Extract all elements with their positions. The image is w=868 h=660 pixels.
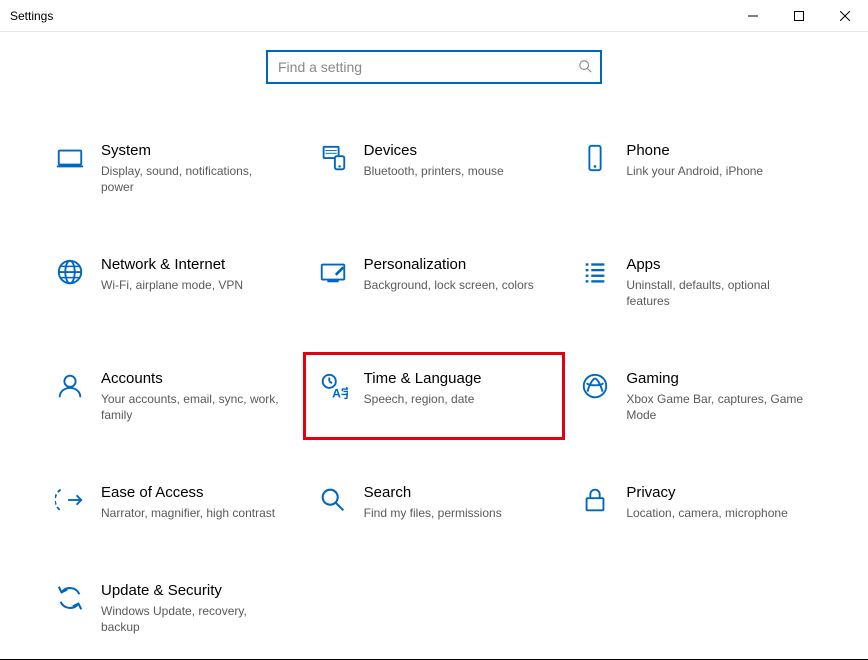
system-icon <box>53 141 87 175</box>
tile-phone[interactable]: Phone Link your Android, iPhone <box>565 132 828 204</box>
tile-sub: Wi-Fi, airplane mode, VPN <box>101 277 243 293</box>
tile-label: Ease of Access <box>101 483 275 503</box>
apps-icon <box>578 255 612 289</box>
tile-sub: Find my files, permissions <box>364 505 502 521</box>
tile-sub: Uninstall, defaults, optional features <box>626 277 806 309</box>
tile-sub: Narrator, magnifier, high contrast <box>101 505 275 521</box>
tile-label: Personalization <box>364 255 534 275</box>
tile-label: Search <box>364 483 502 503</box>
titlebar: Settings <box>0 0 868 32</box>
time-language-icon: A字 <box>316 369 350 403</box>
tile-label: Time & Language <box>364 369 482 389</box>
globe-icon <box>53 255 87 289</box>
tile-label: Gaming <box>626 369 806 389</box>
tile-gaming[interactable]: Gaming Xbox Game Bar, captures, Game Mod… <box>565 360 828 432</box>
tile-sub: Windows Update, recovery, backup <box>101 603 281 635</box>
search-area <box>0 50 868 84</box>
tile-sub: Link your Android, iPhone <box>626 163 763 179</box>
tile-sub: Speech, region, date <box>364 391 482 407</box>
privacy-icon <box>578 483 612 517</box>
tile-ease-of-access[interactable]: Ease of Access Narrator, magnifier, high… <box>40 474 303 530</box>
tile-label: Privacy <box>626 483 787 503</box>
tile-sub: Bluetooth, printers, mouse <box>364 163 504 179</box>
tile-privacy[interactable]: Privacy Location, camera, microphone <box>565 474 828 530</box>
tile-search[interactable]: Search Find my files, permissions <box>303 474 566 530</box>
tile-sub: Display, sound, notifications, power <box>101 163 281 195</box>
window-controls <box>730 0 868 32</box>
close-button[interactable] <box>822 0 868 32</box>
tile-label: Update & Security <box>101 581 281 601</box>
ease-of-access-icon <box>53 483 87 517</box>
search-category-icon <box>316 483 350 517</box>
tile-label: Accounts <box>101 369 281 389</box>
tile-devices[interactable]: Devices Bluetooth, printers, mouse <box>303 132 566 204</box>
settings-grid: System Display, sound, notifications, po… <box>40 132 828 644</box>
window-title: Settings <box>10 9 53 23</box>
tile-label: Phone <box>626 141 763 161</box>
minimize-button[interactable] <box>730 0 776 32</box>
tile-personalization[interactable]: Personalization Background, lock screen,… <box>303 246 566 318</box>
accounts-icon <box>53 369 87 403</box>
tile-sub: Your accounts, email, sync, work, family <box>101 391 281 423</box>
tile-sub: Xbox Game Bar, captures, Game Mode <box>626 391 806 423</box>
tile-sub: Background, lock screen, colors <box>364 277 534 293</box>
search-input[interactable] <box>276 58 578 76</box>
tile-accounts[interactable]: Accounts Your accounts, email, sync, wor… <box>40 360 303 432</box>
maximize-button[interactable] <box>776 0 822 32</box>
search-icon <box>578 59 592 76</box>
tile-label: Devices <box>364 141 504 161</box>
phone-icon <box>578 141 612 175</box>
tile-label: Network & Internet <box>101 255 243 275</box>
tile-sub: Location, camera, microphone <box>626 505 787 521</box>
tile-update-security[interactable]: Update & Security Windows Update, recove… <box>40 572 303 644</box>
personalization-icon <box>316 255 350 289</box>
search-box[interactable] <box>266 50 602 84</box>
tile-apps[interactable]: Apps Uninstall, defaults, optional featu… <box>565 246 828 318</box>
tile-network[interactable]: Network & Internet Wi-Fi, airplane mode,… <box>40 246 303 318</box>
tile-time-language[interactable]: A字 Time & Language Speech, region, date <box>303 352 566 440</box>
devices-icon <box>316 141 350 175</box>
tile-system[interactable]: System Display, sound, notifications, po… <box>40 132 303 204</box>
svg-text:A字: A字 <box>332 385 348 400</box>
gaming-icon <box>578 369 612 403</box>
tile-label: Apps <box>626 255 806 275</box>
tile-label: System <box>101 141 281 161</box>
settings-grid-wrap: System Display, sound, notifications, po… <box>0 84 868 644</box>
update-security-icon <box>53 581 87 615</box>
